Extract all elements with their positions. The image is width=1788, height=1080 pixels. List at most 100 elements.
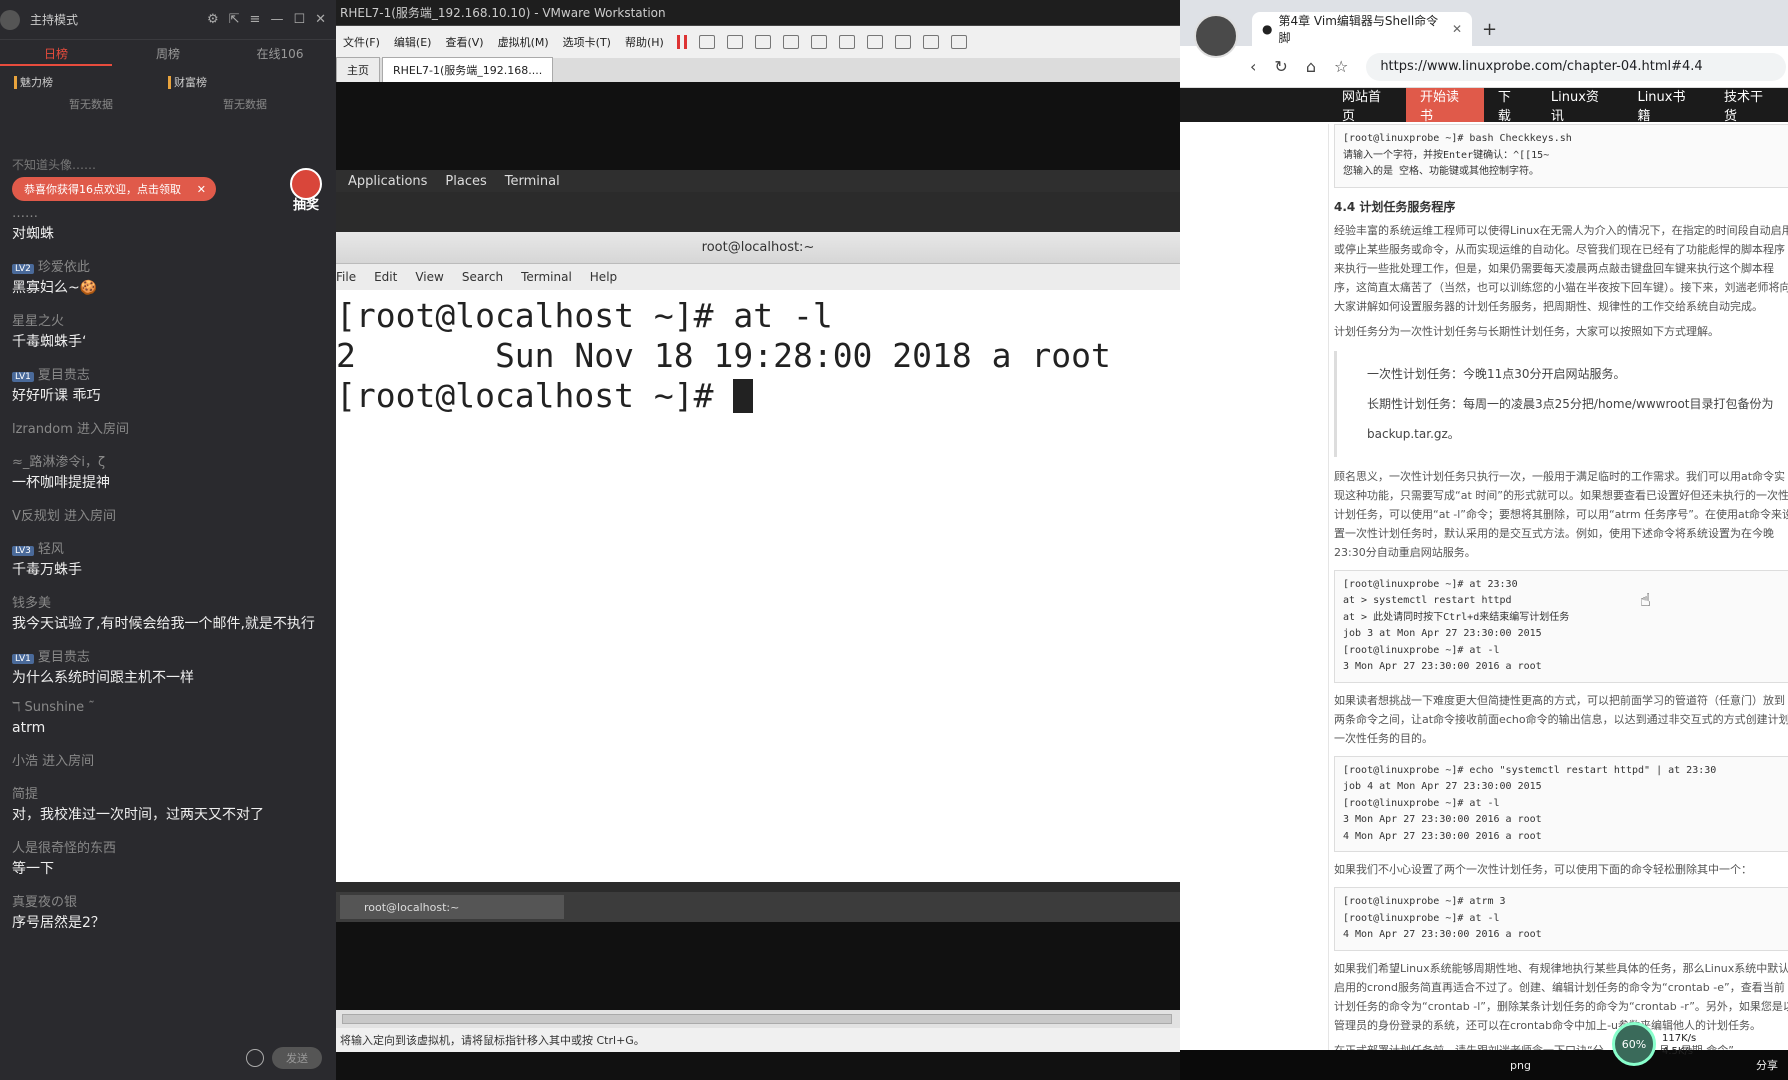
term-menu-file[interactable]: File bbox=[336, 270, 356, 284]
vm-display-top bbox=[336, 82, 1180, 170]
tab-close-icon[interactable]: ✕ bbox=[1452, 22, 1462, 36]
gnome-terminal[interactable]: Terminal bbox=[505, 174, 560, 189]
pause-icon[interactable] bbox=[676, 35, 687, 49]
menu-icon[interactable]: ≡ bbox=[250, 12, 261, 27]
chat-username[interactable]: 钱多美 bbox=[12, 596, 51, 611]
vmware-window: RHEL7-1(服务端_192.168.10.10) - VMware Work… bbox=[336, 0, 1180, 1080]
send-ctrl-alt-del-icon[interactable] bbox=[698, 35, 715, 49]
url-field[interactable]: https://www.linuxprobe.com/chapter-04.ht… bbox=[1366, 52, 1787, 81]
chat-username-row[interactable]: 简提 bbox=[12, 783, 322, 802]
menu-help[interactable]: 帮助(H) bbox=[618, 34, 671, 50]
chat-username-row[interactable]: 星星之火 bbox=[12, 310, 322, 329]
chat-username[interactable]: ≈_路淋渗令i，ζ bbox=[12, 455, 105, 470]
network-usage: 60% bbox=[1612, 1022, 1656, 1066]
chat-username-row[interactable]: LV1 夏目贵志 bbox=[12, 646, 322, 665]
nav-download[interactable]: 下载 bbox=[1484, 88, 1537, 124]
chat-username[interactable]: …… bbox=[12, 206, 38, 221]
chat-username[interactable]: 真夏夜の银 bbox=[12, 895, 77, 910]
terminal-output[interactable]: [root@localhost ~]# at -l 2 Sun Nov 18 19… bbox=[336, 290, 1180, 416]
tab-vm[interactable]: RHEL7-1(服务端_192.168.... bbox=[382, 57, 554, 82]
charm-no-data: 暂无数据 bbox=[69, 98, 113, 111]
chat-username[interactable]: 夏目贵志 bbox=[38, 368, 90, 383]
minimize-icon[interactable]: — bbox=[270, 12, 283, 27]
settings-icon[interactable]: ⚙ bbox=[207, 12, 219, 27]
browser-tab[interactable]: ● 第4章 Vim编辑器与Shell命令脚 ✕ bbox=[1252, 12, 1472, 46]
term-menu-view[interactable]: View bbox=[415, 270, 443, 284]
sidebar-icon[interactable] bbox=[810, 35, 827, 49]
home-icon[interactable]: ⌂ bbox=[1306, 57, 1316, 76]
term-menu-help[interactable]: Help bbox=[590, 270, 617, 284]
tab-online[interactable]: 在线106 bbox=[224, 40, 336, 66]
tab-home[interactable]: 主页 bbox=[336, 57, 380, 82]
reward-toast[interactable]: 恭喜你获得16点欢迎，点击领取 ✕ bbox=[12, 177, 216, 201]
paragraph: 顾名思义，一次性计划任务只执行一次，一般用于满足临时的工作需求。我们可以用at命… bbox=[1334, 469, 1788, 559]
chat-username[interactable]: 珍爱依此 bbox=[38, 260, 90, 275]
chat-message: 钱多美 我今天试验了,有时候会给我一个邮件,就是不执行 bbox=[12, 592, 322, 634]
toast-close-icon[interactable]: ✕ bbox=[197, 183, 206, 196]
unity-icon[interactable] bbox=[894, 35, 911, 49]
chat-username-row[interactable]: LV2 珍爱依此 bbox=[12, 256, 322, 275]
chat-username-row[interactable]: 人是很奇怪的东西 bbox=[12, 837, 322, 856]
chat-username-row[interactable]: ≈_路淋渗令i，ζ bbox=[12, 451, 322, 470]
tab-weekly[interactable]: 周榜 bbox=[112, 40, 224, 66]
terminal-window[interactable]: root@localhost:~ File Edit View Search T… bbox=[336, 232, 1180, 882]
site-nav: 网站首页 开始读书 下载 Linux资讯 Linux书籍 技术干货 bbox=[1180, 88, 1788, 124]
menu-tabs[interactable]: 选项卡(T) bbox=[556, 34, 618, 50]
menu-edit[interactable]: 编辑(E) bbox=[387, 34, 439, 50]
new-tab-icon[interactable]: + bbox=[1472, 19, 1507, 46]
chat-username[interactable]: 人是很奇怪的东西 bbox=[12, 841, 116, 856]
nav-start-reading[interactable]: 开始读书 bbox=[1405, 88, 1484, 124]
chat-username[interactable]: ℸ Sunshine ˜ bbox=[12, 700, 95, 715]
close-icon[interactable]: ✕ bbox=[315, 12, 326, 27]
nav-books[interactable]: Linux书籍 bbox=[1623, 88, 1710, 124]
chat-username-row[interactable]: ℸ Sunshine ˜ bbox=[12, 700, 322, 715]
revert-snapshot-icon[interactable] bbox=[754, 35, 771, 49]
snapshot-manager-icon[interactable] bbox=[782, 35, 799, 49]
chat-message: 简提对，我校准过一次时间，过两天又不对了 bbox=[12, 783, 322, 825]
chat-username-row[interactable]: LV3 轻风 bbox=[12, 538, 322, 557]
send-button[interactable]: 发送 bbox=[272, 1047, 322, 1069]
horizontal-scrollbar[interactable] bbox=[336, 1010, 1180, 1028]
chat-username[interactable]: 轻风 bbox=[38, 542, 64, 557]
reload-icon[interactable]: ↻ bbox=[1274, 57, 1287, 76]
share-label[interactable]: 分享 bbox=[1756, 1057, 1778, 1073]
menu-file[interactable]: 文件(F) bbox=[336, 34, 387, 50]
chat-text: 对，我校准过一次时间，过两天又不对了 bbox=[12, 807, 264, 823]
menu-vm[interactable]: 虚拟机(M) bbox=[491, 34, 556, 50]
maximize-icon[interactable]: ☐ bbox=[293, 12, 305, 27]
thumbnail-icon[interactable] bbox=[838, 35, 855, 49]
chat-username-row[interactable]: 钱多美 bbox=[12, 592, 322, 611]
snapshot-icon[interactable] bbox=[726, 35, 743, 49]
popout-icon[interactable]: ⇱ bbox=[229, 12, 240, 27]
chat-username-row[interactable]: 真夏夜の银 bbox=[12, 891, 322, 910]
charm-rank: 魅力榜 暂无数据 bbox=[14, 74, 168, 112]
console-icon[interactable] bbox=[922, 35, 939, 49]
chat-username[interactable]: 简提 bbox=[12, 787, 38, 802]
fullscreen-icon[interactable] bbox=[866, 35, 883, 49]
term-menu-terminal[interactable]: Terminal bbox=[521, 270, 572, 284]
chat-username[interactable]: 夏目贵志 bbox=[38, 650, 90, 665]
term-menu-edit[interactable]: Edit bbox=[374, 270, 397, 284]
profile-avatar[interactable] bbox=[1194, 14, 1238, 58]
nav-tech[interactable]: 技术干货 bbox=[1710, 88, 1788, 124]
stretch-icon[interactable] bbox=[950, 35, 967, 49]
chat-username-row[interactable]: …… bbox=[12, 206, 322, 221]
back-icon[interactable]: ‹ bbox=[1250, 57, 1256, 76]
gnome-applications[interactable]: Applications bbox=[348, 174, 427, 189]
chat-message: LV2 珍爱依此 黑寡妇么~🍪 bbox=[12, 256, 322, 298]
emoji-icon[interactable] bbox=[246, 1049, 264, 1067]
network-widget[interactable]: 60% 117K/s 4.5K/s bbox=[1612, 1022, 1752, 1072]
gnome-places[interactable]: Places bbox=[445, 174, 486, 189]
chat-username[interactable]: 星星之火 bbox=[12, 314, 64, 329]
nav-home[interactable]: 网站首页 bbox=[1328, 88, 1406, 124]
bookmark-star-icon[interactable]: ☆ bbox=[1334, 57, 1348, 76]
chat-username-row[interactable]: LV1 夏目贵志 bbox=[12, 364, 322, 383]
chat-text: 一杯咖啡提提神 bbox=[12, 475, 110, 491]
nav-news[interactable]: Linux资讯 bbox=[1537, 88, 1624, 124]
menu-view[interactable]: 查看(V) bbox=[438, 34, 490, 50]
tab-daily[interactable]: 日榜 bbox=[0, 40, 112, 66]
blockquote: 一次性计划任务：今晚11点30分开启网站服务。 长期性计划任务：每周一的凌晨3点… bbox=[1334, 350, 1788, 457]
scroll-thumb[interactable] bbox=[342, 1014, 1172, 1024]
taskbar-terminal[interactable]: root@localhost:~ bbox=[340, 895, 564, 919]
term-menu-search[interactable]: Search bbox=[462, 270, 503, 284]
